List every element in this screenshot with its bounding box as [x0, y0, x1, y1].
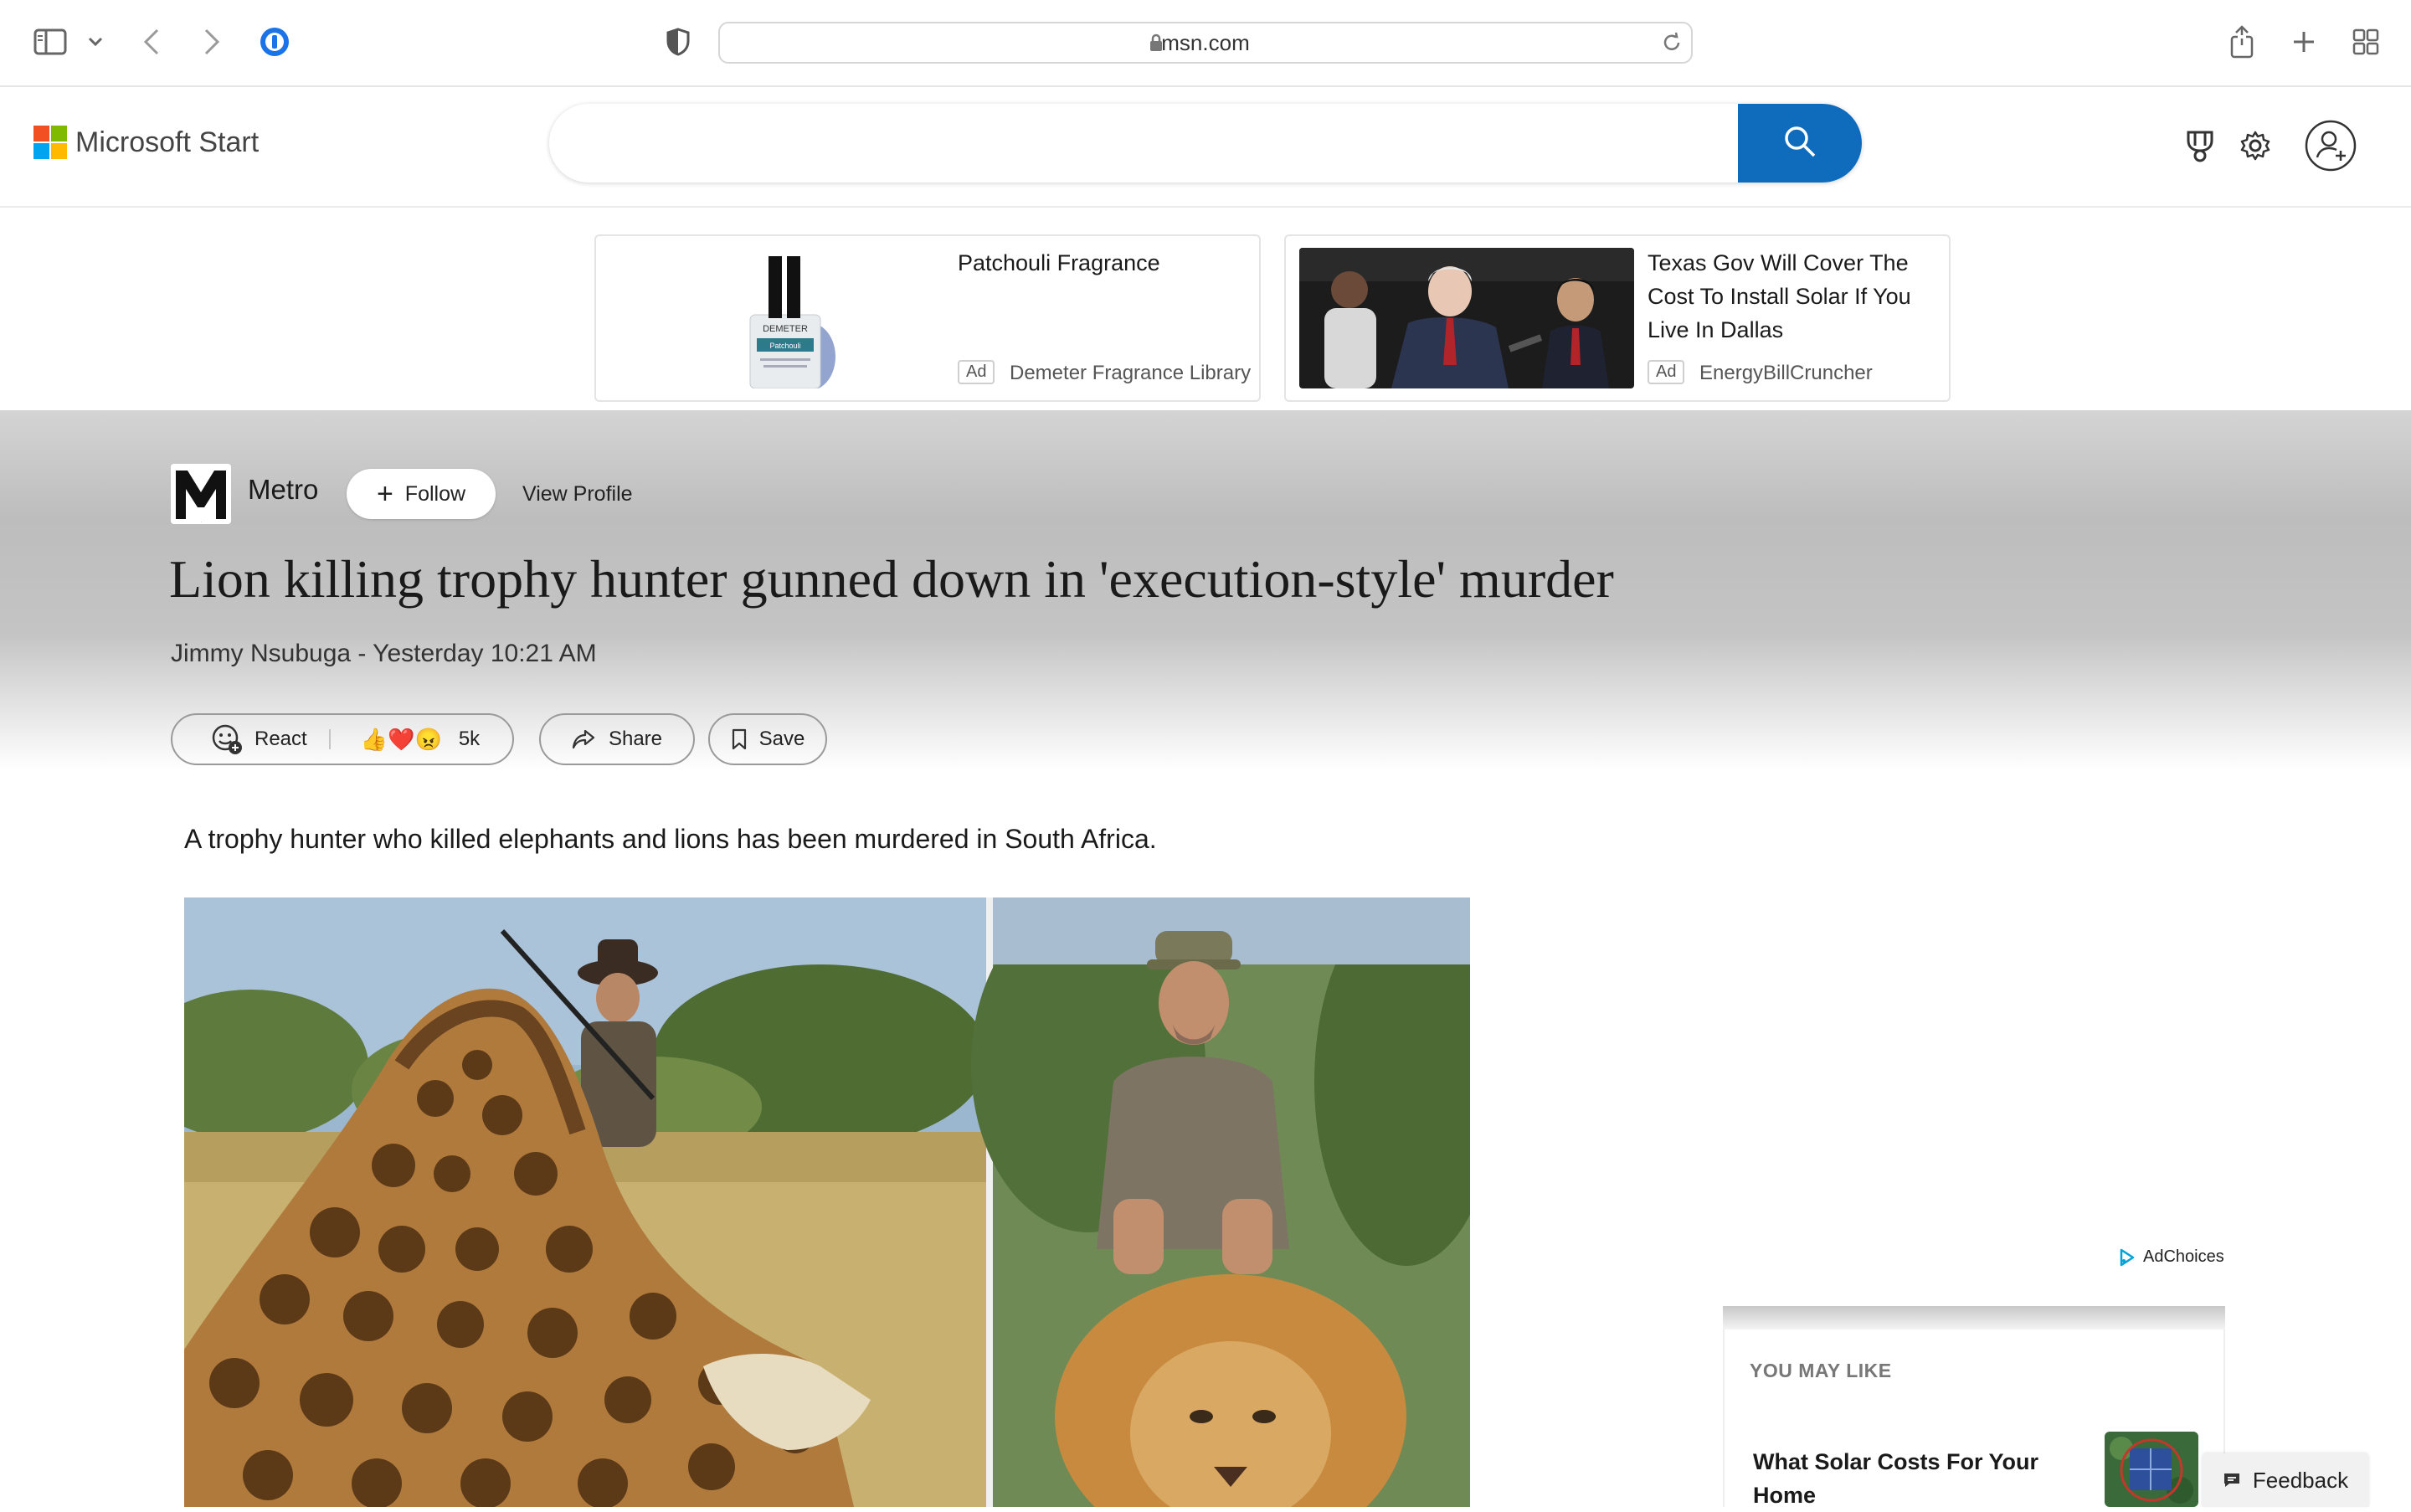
article-headline: Lion killing trophy hunter gunned down i… [169, 549, 1614, 609]
feedback-icon [2223, 1472, 2241, 1489]
react-icon [211, 723, 243, 755]
share-icon [572, 728, 595, 750]
rewards-icon[interactable] [2182, 127, 2218, 164]
article-lead: A trophy hunter who killed elephants and… [184, 824, 1157, 854]
privacy-shield-icon[interactable] [663, 27, 693, 57]
share-icon[interactable] [2227, 23, 2257, 60]
save-label: Save [758, 728, 805, 750]
browser-toolbar: msn.com [0, 0, 2411, 87]
forward-icon[interactable] [199, 25, 224, 59]
publisher-logo[interactable]: M [171, 464, 231, 524]
save-button[interactable]: Save [708, 713, 827, 765]
feedback-label: Feedback [2252, 1467, 2349, 1493]
ad-title: Texas Gov Will Cover The Cost To Install… [1648, 250, 1911, 342]
search-box [549, 104, 1862, 183]
address-bar[interactable]: msn.com [718, 22, 1693, 64]
ad-badge: Ad [958, 360, 995, 384]
ad-image [1299, 248, 1634, 388]
ad-badge: Ad [1648, 360, 1685, 384]
plus-icon: + [376, 478, 393, 510]
search-button[interactable] [1738, 104, 1862, 183]
password-manager-icon[interactable] [258, 25, 291, 59]
chevron-down-icon[interactable] [85, 32, 105, 52]
share-label: Share [608, 728, 663, 750]
bottle-scent-text: Patchouli [769, 342, 800, 350]
section-title: YOU MAY LIKE [1750, 1360, 1892, 1381]
rail-divider [1723, 1306, 2225, 1329]
divider [328, 729, 331, 749]
new-tab-icon[interactable] [2290, 27, 2317, 57]
ad-source: EnergyBillCruncher [1699, 362, 1873, 384]
article-hero-image [184, 897, 1470, 1507]
adchoices-label: AdChoices [2143, 1247, 2224, 1266]
microsoft-logo[interactable] [33, 126, 67, 159]
react-button[interactable]: React 👍❤️😠 5k [171, 713, 514, 765]
reaction-emojis: 👍❤️😠 [360, 726, 442, 752]
back-icon[interactable] [139, 25, 164, 59]
ad-card[interactable]: Texas Gov Will Cover The Cost To Install… [1284, 234, 1951, 402]
bottle-brand-text: DEMETER [763, 324, 808, 334]
ad-source: Demeter Fragrance Library [1010, 362, 1252, 384]
search-icon [1783, 125, 1817, 162]
follow-label: Follow [404, 481, 466, 506]
search-input[interactable] [549, 104, 1738, 183]
share-button[interactable]: Share [539, 713, 695, 765]
adchoices-link[interactable]: AdChoices [2118, 1247, 2224, 1267]
react-label: React [254, 728, 307, 750]
reaction-count: 5k [458, 728, 481, 750]
site-header: Microsoft Start [0, 87, 2411, 208]
sidebar-icon[interactable] [32, 27, 69, 57]
article-byline: Jimmy Nsubuga - Yesterday 10:21 AM [171, 640, 597, 667]
view-profile-link[interactable]: View Profile [522, 482, 633, 507]
recommended-item-title[interactable]: What Solar Costs For Your Home [1753, 1445, 2071, 1512]
bookmark-icon [731, 728, 748, 750]
reload-icon[interactable] [1661, 32, 1683, 58]
recommended-item-thumbnail[interactable] [2105, 1432, 2198, 1507]
settings-icon[interactable] [2237, 127, 2274, 164]
profile-icon[interactable] [2304, 119, 2357, 172]
tab-overview-icon[interactable] [2351, 27, 2381, 57]
ad-card[interactable]: DEMETER Patchouli Patchouli Fragrance Ad… [594, 234, 1261, 402]
publisher-name[interactable]: Metro [248, 474, 318, 506]
ad-title: Patchouli Fragrance [958, 250, 1160, 275]
adchoices-icon [2118, 1248, 2136, 1267]
brand-name[interactable]: Microsoft Start [75, 126, 259, 159]
ad-image: DEMETER Patchouli [609, 248, 944, 388]
follow-button[interactable]: + Follow [347, 469, 496, 519]
feedback-button[interactable]: Feedback [2202, 1453, 2369, 1507]
you-may-like-card: YOU MAY LIKE What Solar Costs For Your H… [1723, 1329, 2225, 1508]
url-text: msn.com [1161, 30, 1250, 55]
